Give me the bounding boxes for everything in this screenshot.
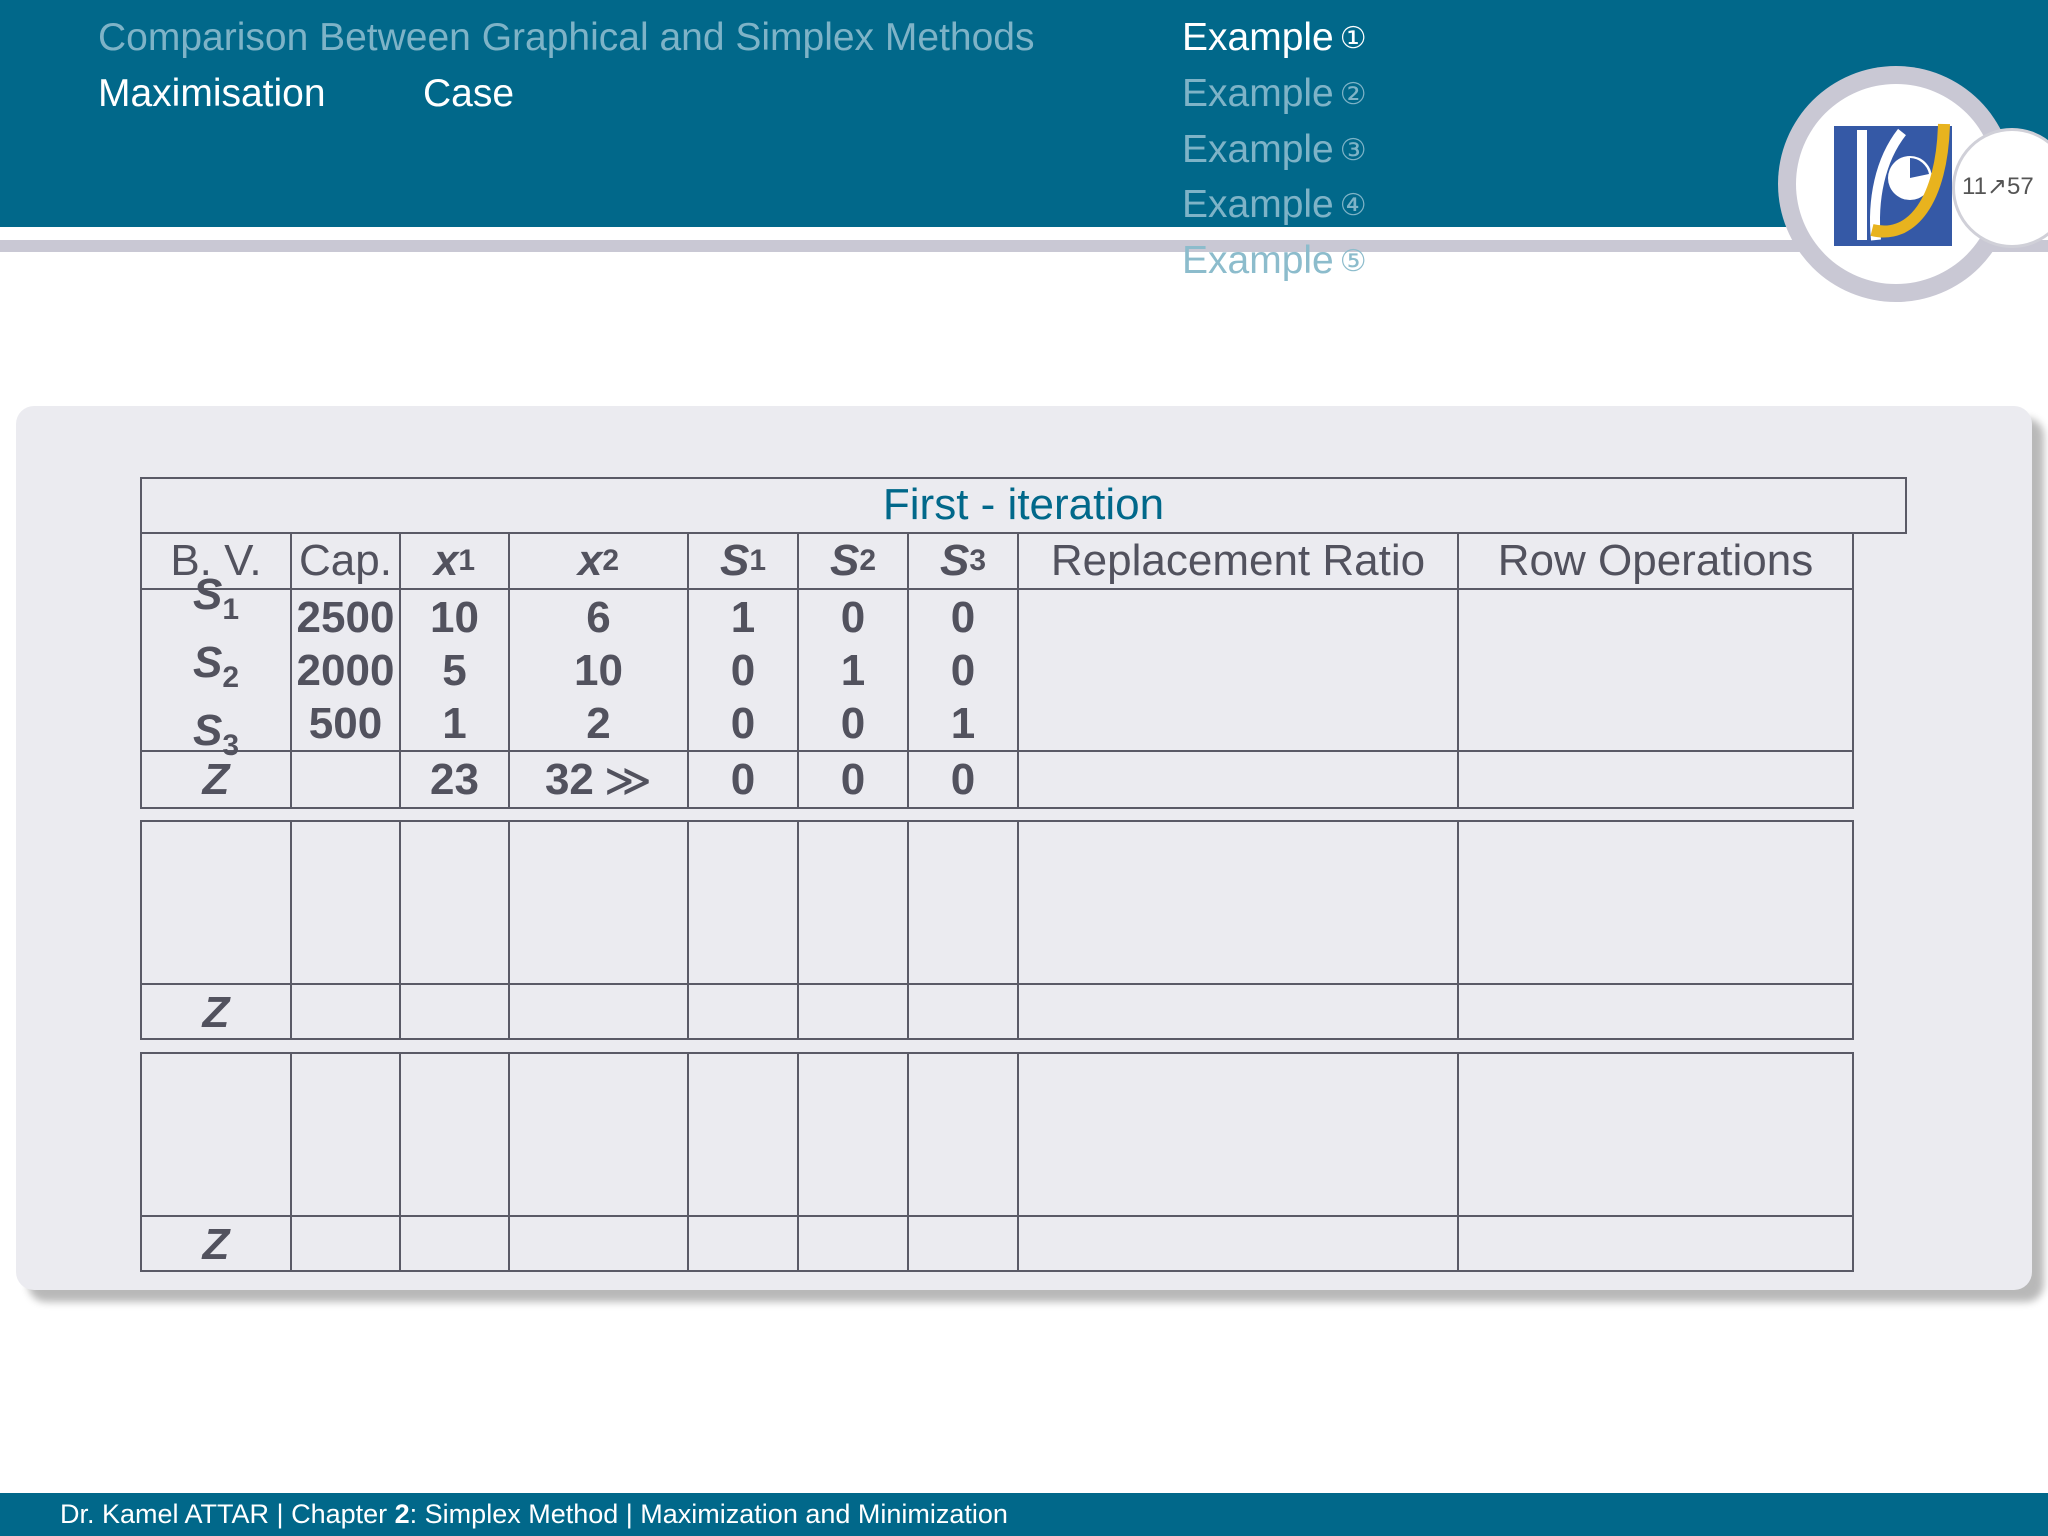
s2-column: 010 xyxy=(799,590,909,752)
header-s2: S2 xyxy=(799,534,909,590)
header-s1: S1 xyxy=(689,534,799,590)
nav-example-1[interactable]: Example ① xyxy=(1182,16,1367,60)
empty-cell xyxy=(142,822,292,985)
x2-column: 6 10 2 xyxy=(510,590,689,752)
empty-cell xyxy=(1019,1054,1459,1217)
footer-text: Dr. Kamel ATTAR | Chapter 2: Simplex Met… xyxy=(60,1499,1008,1529)
empty-cell xyxy=(799,1054,909,1217)
nav-example-5[interactable]: Example ⑤ xyxy=(1182,239,1367,283)
s1-column: 100 xyxy=(689,590,799,752)
replacement-ratio-cell xyxy=(1019,590,1459,752)
z-row-s1: 0 xyxy=(689,752,799,807)
header-x2: x2 xyxy=(510,534,689,590)
row-operations-cell xyxy=(1459,590,1852,752)
empty-cell xyxy=(401,985,510,1040)
empty-cell xyxy=(292,985,401,1040)
z-row-s2: 0 xyxy=(799,752,909,807)
basic-variable-column: S1 S2 S3 xyxy=(142,570,292,762)
empty-cell xyxy=(292,1054,401,1217)
entering-variable-arrow-icon: ≫ xyxy=(603,753,653,806)
z-row-x2: 32 ≫ xyxy=(510,752,689,807)
header-s3: S3 xyxy=(909,534,1019,590)
empty-cell xyxy=(909,1054,1019,1217)
empty-cell xyxy=(689,1217,799,1272)
empty-cell xyxy=(292,822,401,985)
empty-cell xyxy=(909,985,1019,1040)
nav-section-comparison[interactable]: Comparison Between Graphical and Simplex… xyxy=(98,16,1034,60)
z-row-ops xyxy=(1459,752,1852,807)
empty-cell xyxy=(401,822,510,985)
z-row-cap xyxy=(292,752,401,807)
empty-cell xyxy=(510,1217,689,1272)
empty-cell xyxy=(689,1054,799,1217)
empty-cell xyxy=(799,1217,909,1272)
z-row-label: Z xyxy=(142,1217,292,1272)
nav-subsection-maximisation[interactable]: Maximisation xyxy=(98,72,326,116)
bv-s1: S1 xyxy=(192,570,240,626)
header-x1: x1 xyxy=(401,534,510,590)
header-divider xyxy=(0,240,2048,252)
nav-subsection-case[interactable]: Case xyxy=(423,72,514,116)
empty-cell xyxy=(510,822,689,985)
footer-author: Dr. Kamel ATTAR xyxy=(60,1499,270,1529)
header-row-operations: Row Operations xyxy=(1459,534,1852,590)
table-title: First - iteration xyxy=(140,477,1907,534)
simplex-tableau-second: Z xyxy=(140,820,1854,1040)
header-replacement-ratio: Replacement Ratio xyxy=(1019,534,1459,590)
nav-example-3[interactable]: Example ③ xyxy=(1182,128,1367,172)
empty-cell xyxy=(1459,1054,1852,1217)
nav-example-4[interactable]: Example ④ xyxy=(1182,183,1367,227)
empty-cell xyxy=(799,822,909,985)
z-row-label: Z xyxy=(142,985,292,1040)
university-logo-icon xyxy=(1834,123,1952,246)
empty-cell xyxy=(142,1054,292,1217)
z-row-ratio xyxy=(1019,752,1459,807)
empty-cell xyxy=(1019,1217,1459,1272)
empty-cell xyxy=(1459,1217,1852,1272)
empty-cell xyxy=(1459,822,1852,985)
empty-cell xyxy=(689,985,799,1040)
simplex-tableau-third: Z xyxy=(140,1052,1854,1272)
s3-column: 001 xyxy=(909,590,1019,752)
page-number[interactable]: 11↗57 xyxy=(1962,172,2034,201)
z-row-label: Z xyxy=(142,752,292,807)
x1-column: 10 5 1 xyxy=(401,590,510,752)
empty-cell xyxy=(510,1054,689,1217)
empty-cell xyxy=(510,985,689,1040)
empty-cell xyxy=(1019,985,1459,1040)
empty-cell xyxy=(401,1054,510,1217)
empty-cell xyxy=(401,1217,510,1272)
capacity-column: 2500 2000 500 xyxy=(292,590,401,752)
empty-cell xyxy=(1459,985,1852,1040)
empty-cell xyxy=(799,985,909,1040)
empty-cell xyxy=(909,1217,1019,1272)
footer-topic: Maximization and Minimization xyxy=(640,1499,1008,1529)
empty-cell xyxy=(1019,822,1459,985)
nav-example-2[interactable]: Example ② xyxy=(1182,72,1367,116)
empty-cell xyxy=(909,822,1019,985)
header-cap: Cap. xyxy=(292,534,401,590)
z-row-x1: 23 xyxy=(401,752,510,807)
simplex-tableau-first: B. V. Cap. x1 x2 S1 S2 S3 Replacement Ra… xyxy=(140,532,1854,809)
bv-s2: S2 xyxy=(192,638,240,694)
empty-cell xyxy=(689,822,799,985)
footer-chapter-number: 2 xyxy=(394,1499,410,1529)
empty-cell xyxy=(292,1217,401,1272)
footer-bar: Dr. Kamel ATTAR | Chapter 2: Simplex Met… xyxy=(0,1493,2048,1536)
z-row-s3: 0 xyxy=(909,752,1019,807)
